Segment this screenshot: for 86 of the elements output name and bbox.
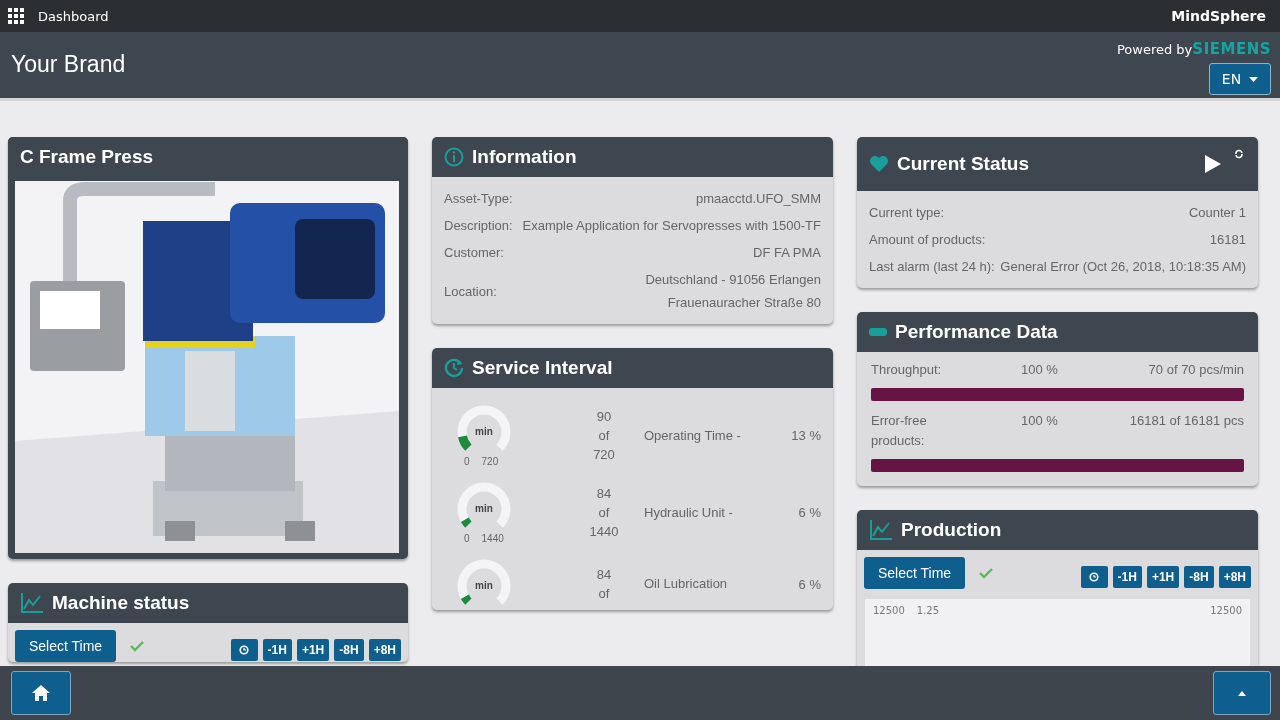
scale-max: 720 <box>481 456 499 468</box>
powered-by-text: Powered by <box>1116 42 1193 58</box>
axis-label: 1.25 <box>916 605 940 617</box>
clock-icon <box>1089 572 1100 583</box>
select-time-button[interactable]: Select Time <box>15 630 117 663</box>
time-shift-button[interactable]: +1H <box>1146 566 1180 589</box>
time-shift-button[interactable]: -8H <box>1184 566 1214 589</box>
app-title: Dashboard <box>38 8 109 24</box>
field-value: Frauenauracher Straße 80 <box>667 295 821 311</box>
product-name: MindSphere <box>1171 8 1266 25</box>
field-value: Example Application for Servopresses with 1500-TF <box>522 218 821 234</box>
time-shift-button[interactable]: -8H <box>334 639 364 662</box>
card-title: C Frame Press <box>20 146 154 169</box>
caret-icon <box>1238 690 1246 696</box>
percent-value: 13 % <box>790 428 821 444</box>
interval-label: Operating Time - <box>644 426 742 445</box>
info-icon <box>444 147 464 168</box>
time-shift-button[interactable]: +1H <box>296 639 330 662</box>
card-title: Service Interval <box>472 357 613 380</box>
field-label: Location: <box>444 283 497 299</box>
chart-icon <box>869 519 893 542</box>
reset-time-button[interactable] <box>1080 566 1108 589</box>
card-title: Performance Data <box>895 321 1058 344</box>
card-title: Current Status <box>897 153 1029 176</box>
axis-label: 12500 <box>1210 605 1242 617</box>
scroll-up-button[interactable] <box>1213 671 1271 715</box>
reset-time-button[interactable] <box>230 639 258 662</box>
card-title: Machine status <box>52 592 190 615</box>
field-value: Counter 1 <box>1188 205 1246 221</box>
metric-label: Error-free products: <box>871 412 928 451</box>
count-text: 84 <box>596 567 612 583</box>
brand-title: Your Brand <box>11 51 126 80</box>
metric-label: Throughput: <box>871 361 943 380</box>
metric-percent: 100 % <box>1021 361 1059 380</box>
time-shift-button[interactable]: +8H <box>1218 566 1251 589</box>
count-text: 720 <box>593 447 615 463</box>
caret-icon <box>1249 76 1259 82</box>
field-label: Amount of products: <box>869 232 986 248</box>
interval-label: Oil Lubrication <box>644 575 729 594</box>
time-shift-button[interactable]: +8H <box>368 639 401 662</box>
tag-icon <box>869 327 887 338</box>
metric-value: 70 of 70 pcs/min <box>1147 361 1244 380</box>
count-text: of <box>598 586 610 602</box>
gauge-unit: min <box>474 503 494 515</box>
home-icon <box>32 685 50 701</box>
home-button[interactable] <box>11 671 71 715</box>
percent-value: 6 % <box>797 505 821 521</box>
count-text: 84 <box>596 486 612 502</box>
count-text: of <box>598 428 610 444</box>
scale-max: 1440 <box>481 533 504 545</box>
field-label: Current type: <box>869 205 945 221</box>
select-time-button[interactable]: Select Time <box>864 557 966 590</box>
card-title: Information <box>472 146 577 169</box>
time-shift-button[interactable]: -1H <box>1112 566 1142 589</box>
language-dropdown[interactable]: EN <box>1209 63 1271 96</box>
count-text: of <box>598 505 610 521</box>
field-label: Last alarm (last 24 h): <box>869 259 995 275</box>
metric-value: 16181 of 16181 pcs <box>1128 412 1244 431</box>
field-value: General Error (Oct 26, 2018, 10:18:35 AM) <box>1000 259 1246 275</box>
field-value: Deutschland - 91056 Erlangen <box>645 272 821 288</box>
heart-icon <box>869 155 889 174</box>
clock-icon <box>239 645 250 656</box>
gauge-unit: min <box>474 426 494 438</box>
field-label: Asset-Type: <box>444 191 513 207</box>
axis-label: 12500 <box>873 605 905 617</box>
chart-icon <box>20 592 44 615</box>
percent-value: 6 % <box>797 576 821 592</box>
count-text: 90 <box>596 409 612 425</box>
interval-label: Hydraulic Unit - <box>644 503 734 522</box>
scale-min: 0 <box>464 456 470 468</box>
field-value: pmaacctd.UFO_SMM <box>696 191 821 207</box>
field-value: 16181 <box>1209 232 1246 248</box>
field-value: DF FA PMA <box>753 245 821 261</box>
scale-min: 0 <box>464 533 470 545</box>
apps-icon[interactable] <box>8 8 24 25</box>
metric-percent: 100 % <box>1021 412 1059 431</box>
time-shift-button[interactable]: -1H <box>262 639 292 662</box>
gauge-unit: min <box>474 580 494 592</box>
card-title: Production <box>901 519 1002 542</box>
field-label: Customer: <box>444 245 504 261</box>
vendor-name: SIEMENS <box>1192 40 1271 59</box>
field-label: Description: <box>444 218 513 234</box>
play-icon[interactable] <box>1204 154 1222 175</box>
count-text: 1440 <box>589 524 619 540</box>
refresh-icon[interactable] <box>1234 149 1244 160</box>
clock-icon <box>444 358 464 379</box>
